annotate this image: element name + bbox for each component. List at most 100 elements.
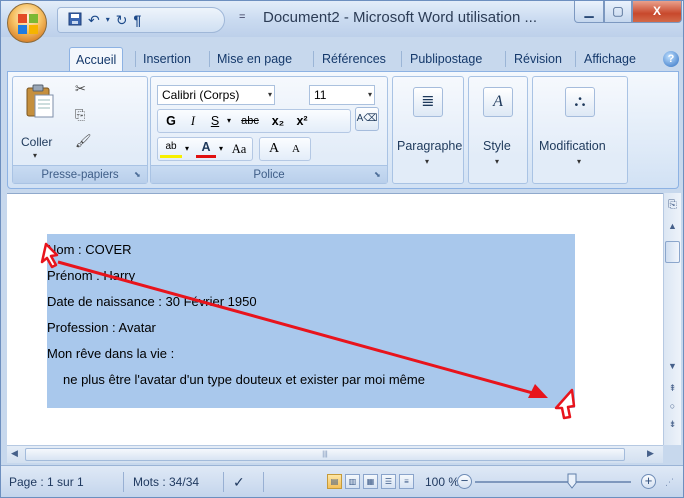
clipboard-launcher-icon[interactable]: ⬊	[134, 170, 144, 180]
zoom-in-icon[interactable]: +	[641, 474, 656, 489]
clear-formatting-icon[interactable]: A⌫	[355, 107, 379, 131]
font-color-dropdown-icon[interactable]: ▾	[216, 138, 226, 160]
style-label: Style	[483, 139, 511, 153]
tab-insertion[interactable]: Insertion	[137, 47, 197, 71]
maximize-button[interactable]: ▢	[604, 1, 632, 23]
page-indicator[interactable]: Page : 1 sur 1	[9, 473, 84, 491]
scroll-left-icon[interactable]: ◀	[11, 448, 18, 459]
close-button[interactable]: X	[632, 1, 682, 23]
subscript-button[interactable]: x₂	[268, 110, 288, 132]
font-launcher-icon[interactable]: ⬊	[374, 170, 384, 180]
horizontal-scrollbar[interactable]: ◀ ||| ▶	[7, 445, 663, 463]
scroll-down-icon[interactable]: ▼	[665, 361, 680, 371]
office-logo-icon	[18, 14, 38, 34]
web-layout-view-icon[interactable]: ▦	[363, 474, 378, 489]
resize-grip-icon[interactable]: ⋰	[665, 473, 674, 491]
vertical-scrollbar[interactable]: ⎘ ▲ ▼ ⇞ ○ ⇟	[663, 193, 681, 445]
browse-object-icon[interactable]: ○	[665, 401, 680, 411]
group-presse-papiers: Coller ▾ ✂ ⎘ 🖌 Presse-papiers ⬊	[12, 76, 148, 184]
underline-dropdown-icon[interactable]: ▾	[224, 110, 234, 132]
group-modification[interactable]: ⛬ Modification ▾	[532, 76, 628, 184]
proofing-check-icon[interactable]: ✓	[233, 473, 245, 491]
title-bar: ↶ ▾ ↻ ¶ = Document2 - Microsoft Word uti…	[1, 1, 683, 43]
bold-button[interactable]: G	[162, 110, 180, 132]
tab-affichage[interactable]: Affichage	[578, 47, 642, 71]
redo-icon[interactable]: ↻	[116, 13, 128, 27]
tab-mise-en-page[interactable]: Mise en page	[211, 47, 298, 71]
pilcrow-icon[interactable]: ¶	[133, 13, 141, 27]
office-button[interactable]	[7, 3, 47, 43]
highlight-dropdown-icon[interactable]: ▾	[182, 138, 192, 160]
change-case-button[interactable]: Aa	[228, 138, 250, 160]
help-icon[interactable]: ?	[663, 51, 679, 67]
doc-line-birthdate[interactable]: Date de naissance : 30 Février 1950	[47, 290, 257, 314]
strikethrough-button[interactable]: abc	[236, 110, 264, 132]
cut-icon[interactable]: ✂	[75, 81, 86, 97]
next-page-icon[interactable]: ⇟	[665, 419, 680, 430]
group-paragraphe[interactable]: ≣ Paragraphe ▾	[392, 76, 464, 184]
previous-page-icon[interactable]: ⇞	[665, 383, 680, 394]
font-name-combo[interactable]: Calibri (Corps) ▾	[157, 85, 275, 105]
word-window: ↶ ▾ ↻ ¶ = Document2 - Microsoft Word uti…	[0, 0, 684, 498]
word-count[interactable]: Mots : 34/34	[133, 473, 199, 491]
font-color-button[interactable]: A	[196, 138, 216, 158]
doc-line-name[interactable]: Nom : COVER	[47, 238, 132, 262]
format-row-1: G I S ▾ abc x₂ x²	[157, 109, 351, 133]
quick-access-toolbar: ↶ ▾ ↻ ¶	[57, 7, 225, 33]
horizontal-scroll-thumb[interactable]: |||	[25, 448, 625, 461]
document-page[interactable]: Nom : COVER Prénom : Harry Date de naiss…	[7, 193, 663, 445]
underline-button[interactable]: S	[206, 110, 224, 132]
minimize-button[interactable]: ▁	[574, 1, 604, 23]
doc-line-profession[interactable]: Profession : Avatar	[47, 316, 156, 340]
group-label-police: Police	[151, 165, 387, 183]
scroll-right-icon[interactable]: ▶	[647, 448, 654, 459]
style-dropdown-icon: ▾	[495, 157, 500, 166]
doc-line-dream-label[interactable]: Mon rêve dans la vie :	[47, 342, 175, 366]
paragraph-icon: ≣	[413, 87, 443, 117]
format-row-2: ab ▾ A ▾ Aa	[157, 137, 253, 161]
vertical-scroll-thumb[interactable]	[665, 241, 680, 263]
scroll-up-icon[interactable]: ▲	[665, 221, 680, 231]
doc-line-firstname[interactable]: Prénom : Harry	[47, 264, 136, 288]
italic-button[interactable]: I	[184, 110, 202, 132]
editing-label: Modification	[539, 139, 606, 153]
group-style[interactable]: A Style ▾	[468, 76, 528, 184]
zoom-slider-track[interactable]	[475, 481, 631, 483]
save-icon[interactable]	[68, 12, 82, 28]
font-size-combo[interactable]: 11 ▾	[309, 85, 375, 105]
tab-revision[interactable]: Révision	[508, 47, 568, 71]
draft-view-icon[interactable]: ≡	[399, 474, 414, 489]
paste-icon[interactable]	[25, 83, 55, 119]
undo-icon[interactable]: ↶	[88, 13, 100, 27]
print-layout-view-icon[interactable]: ▤	[327, 474, 342, 489]
status-bar: Page : 1 sur 1 Mots : 34/34 ✓ ▤ ▥ ▦ ☰ ≡ …	[1, 465, 683, 497]
copy-icon[interactable]: ⎘	[75, 107, 85, 123]
full-screen-reading-view-icon[interactable]: ▥	[345, 474, 360, 489]
superscript-button[interactable]: x²	[292, 110, 312, 132]
tab-accueil[interactable]: Accueil	[69, 47, 124, 73]
qat-customize-button[interactable]: =	[239, 11, 245, 23]
paragraph-dropdown-icon: ▾	[425, 157, 430, 166]
zoom-out-icon[interactable]: −	[457, 474, 472, 489]
format-painter-icon[interactable]: 🖌	[75, 133, 92, 149]
ribbon-home: Coller ▾ ✂ ⎘ 🖌 Presse-papiers ⬊ Calibri …	[7, 71, 679, 189]
style-icon: A	[483, 87, 513, 117]
editing-dropdown-icon: ▾	[577, 157, 582, 166]
zoom-slider-thumb[interactable]	[567, 473, 577, 489]
ruler-toggle-icon[interactable]: ⎘	[665, 199, 680, 212]
doc-line-dream-text[interactable]: ne plus être l'avatar d'un type douteux …	[47, 368, 425, 392]
zoom-level[interactable]: 100 %	[425, 473, 459, 491]
tab-references[interactable]: Références	[316, 47, 392, 71]
undo-dropdown-icon[interactable]: ▾	[106, 16, 110, 24]
find-binoculars-icon: ⛬	[565, 87, 595, 117]
group-police: Calibri (Corps) ▾ 11 ▾ G I S ▾ abc x₂ x² A…	[150, 76, 388, 184]
group-label-presse-papiers: Presse-papiers	[13, 165, 147, 183]
shrink-font-button[interactable]: A	[286, 138, 306, 160]
window-title: Document2 - Microsoft Word utilisation .…	[263, 9, 537, 26]
highlight-button[interactable]: ab	[160, 138, 182, 158]
tab-publipostage[interactable]: Publipostage	[404, 47, 488, 71]
outline-view-icon[interactable]: ☰	[381, 474, 396, 489]
paste-dropdown-icon[interactable]: ▾	[33, 151, 37, 160]
grow-font-button[interactable]: A	[264, 138, 284, 160]
paste-button[interactable]: Coller	[21, 135, 52, 149]
